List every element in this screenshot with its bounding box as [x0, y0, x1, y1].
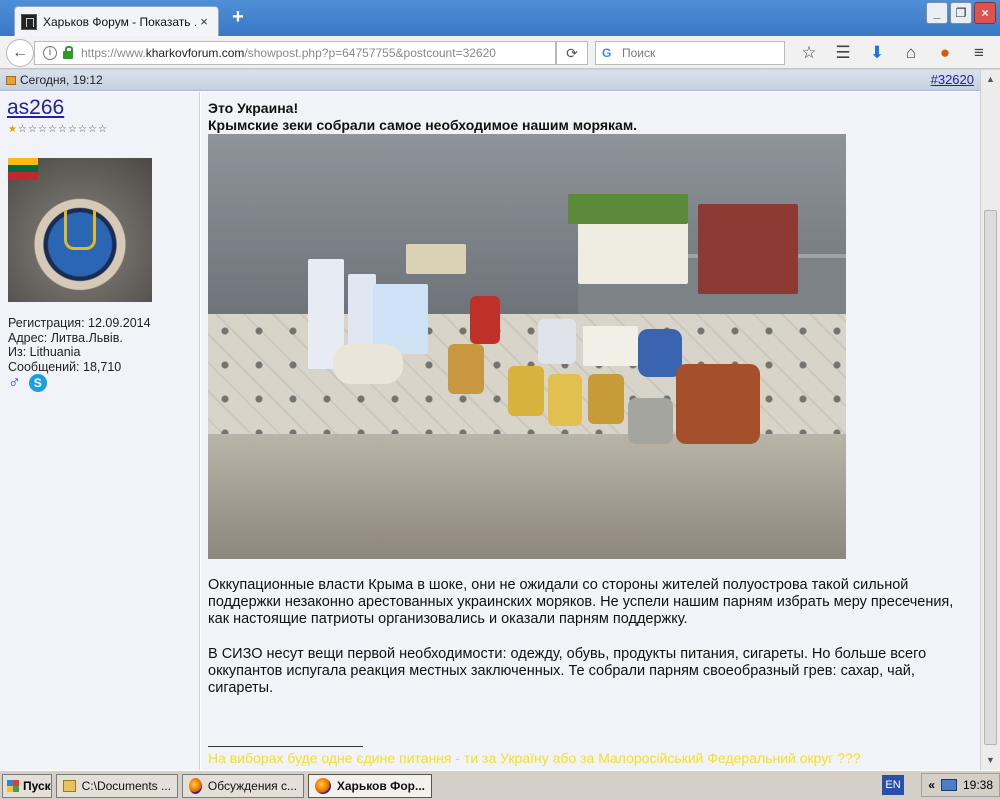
skype-icon[interactable]: S — [28, 374, 47, 392]
tab-title: Харьков Форум - Показать ... — [43, 14, 196, 29]
taskbar-item-firefox-2[interactable]: Харьков Фор... — [308, 773, 432, 798]
signature-divider — [208, 746, 363, 747]
post-date: Сегодня, 19:12 — [20, 73, 103, 87]
user-registration: Регистрация: 12.09.2014 — [8, 316, 151, 330]
rating-star-icon: ★ — [8, 124, 17, 135]
taskbar-item-label: Харьков Фор... — [336, 778, 425, 793]
scroll-up-icon[interactable]: ▲ — [983, 72, 998, 87]
post-paragraph-1: Оккупационные власти Крыма в шоке, они н… — [208, 577, 954, 627]
windows-taskbar: Пуск C:\Documents ... Обсуждения с... Ха… — [0, 770, 1000, 800]
rating-star-icon: ☆ — [98, 124, 107, 135]
start-label: Пуск — [23, 778, 51, 793]
menu-icon[interactable]: ≡ — [962, 40, 996, 66]
rating-star-icon: ☆ — [18, 124, 27, 135]
windows-logo-icon — [7, 779, 19, 792]
restore-button[interactable]: ❐ — [950, 2, 972, 24]
reload-icon: ⟳ — [566, 45, 578, 61]
folder-icon — [63, 779, 76, 792]
rating-star-icon: ☆ — [88, 124, 97, 135]
info-icon[interactable]: i — [43, 46, 57, 60]
post-paragraph-2: В СИЗО несут вещи первой необходимости: … — [208, 646, 927, 696]
google-icon: G — [602, 46, 612, 60]
scrollbar-thumb[interactable] — [984, 210, 997, 745]
window-controls: _ ❐ × — [926, 2, 996, 24]
home-icon[interactable]: ⌂ — [894, 40, 928, 66]
navigation-bar: ← i https://www.kharkovforum.com/showpos… — [0, 36, 1000, 69]
system-tray: « 19:38 — [921, 773, 1000, 797]
taskbar-item-label: Обсуждения с... — [207, 778, 297, 793]
user-address: Адрес: Литва.Львів. — [8, 330, 123, 345]
lithuania-flag-icon — [8, 158, 38, 180]
browser-tab-bar: Харьков Форум - Показать ... × + _ ❐ × — [0, 0, 1000, 36]
firefox-icon — [315, 777, 331, 794]
url-bar[interactable]: i https://www.kharkovforum.com/showpost.… — [34, 41, 556, 65]
user-from: Из: Lithuania — [8, 345, 81, 359]
minimize-button[interactable]: _ — [926, 2, 948, 24]
post-header-bar: Сегодня, 19:12 #32620 — [0, 70, 980, 91]
avatar[interactable] — [8, 158, 152, 302]
post-icon — [6, 76, 16, 85]
male-gender-icon: ♂ — [8, 373, 21, 392]
rating-star-icon: ☆ — [68, 124, 77, 135]
scroll-down-icon[interactable]: ▼ — [983, 753, 998, 768]
toolbar-icons: ☆ ☰ ⬇ ⌂ ● ≡ — [792, 40, 996, 66]
post-title-line1: Это Украина! — [208, 100, 299, 116]
clock: 19:38 — [962, 778, 993, 792]
post-number[interactable]: #32620 — [931, 72, 974, 87]
tray-expand-icon[interactable]: « — [928, 778, 935, 792]
signature-text: На виборах буде одне єдине питання - ти … — [208, 750, 861, 766]
user-info: Регистрация: 12.09.2014 Адрес: Литва.Льв… — [8, 316, 151, 374]
rating-star-icon: ☆ — [38, 124, 47, 135]
rating-star-icon: ☆ — [78, 124, 87, 135]
language-indicator[interactable]: EN — [882, 775, 904, 795]
network-icon[interactable] — [940, 779, 957, 791]
rating-star-icon: ☆ — [48, 124, 57, 135]
arrow-left-icon: ← — [12, 44, 28, 61]
user-rating-stars: ★ ☆ ☆ ☆ ☆ ☆ ☆ ☆ ☆ ☆ — [8, 124, 107, 135]
tab-close-icon[interactable]: × — [196, 14, 212, 29]
reload-button[interactable]: ⟳ — [556, 41, 588, 65]
vertical-scrollbar[interactable]: ▲ ▼ — [980, 70, 1000, 770]
post-photo[interactable] — [208, 134, 846, 559]
username-link[interactable]: as266 — [7, 96, 64, 120]
search-input[interactable]: G Поиск — [595, 41, 785, 65]
taskbar-item-firefox-1[interactable]: Обсуждения с... — [182, 773, 304, 798]
taskbar-item-explorer[interactable]: C:\Documents ... — [56, 773, 178, 798]
site-favicon-icon — [21, 13, 37, 30]
post-number-link[interactable]: #32620 — [931, 72, 974, 87]
url-text: https://www.kharkovforum.com/showpost.ph… — [81, 46, 496, 60]
new-tab-button[interactable]: + — [228, 6, 248, 29]
lock-icon[interactable] — [63, 46, 73, 59]
user-panel: as266 ★ ☆ ☆ ☆ ☆ ☆ ☆ ☆ ☆ ☆ Регистрация: 12.09.2014… — [0, 92, 200, 770]
firefox-icon — [189, 777, 202, 794]
user-icons: ♂ S — [8, 374, 47, 392]
reading-list-icon[interactable]: ☰ — [826, 40, 860, 66]
star-icon[interactable]: ☆ — [792, 40, 826, 66]
browser-tab[interactable]: Харьков Форум - Показать ... × — [14, 6, 219, 36]
post-title-line2: Крымские зеки собрали самое необходимое … — [208, 117, 638, 133]
rating-star-icon: ☆ — [58, 124, 67, 135]
taskbar-item-label: C:\Documents ... — [81, 778, 171, 793]
back-button[interactable]: ← — [6, 39, 34, 67]
rating-star-icon: ☆ — [28, 124, 37, 135]
close-window-button[interactable]: × — [974, 2, 996, 24]
start-button[interactable]: Пуск — [2, 773, 52, 798]
pocket-icon[interactable]: ● — [928, 40, 962, 66]
download-icon[interactable]: ⬇ — [860, 40, 894, 66]
post-content: Это Украина! Крымские зеки собрали самое… — [201, 92, 980, 770]
user-messages: Сообщений: 18,710 — [8, 359, 122, 374]
trident-badge-icon — [64, 210, 96, 250]
forum-page: Сегодня, 19:12 #32620 as266 ★ ☆ ☆ ☆ ☆ ☆ ☆ ☆ ☆ ☆ Р… — [0, 70, 980, 770]
search-placeholder: Поиск — [622, 46, 656, 60]
